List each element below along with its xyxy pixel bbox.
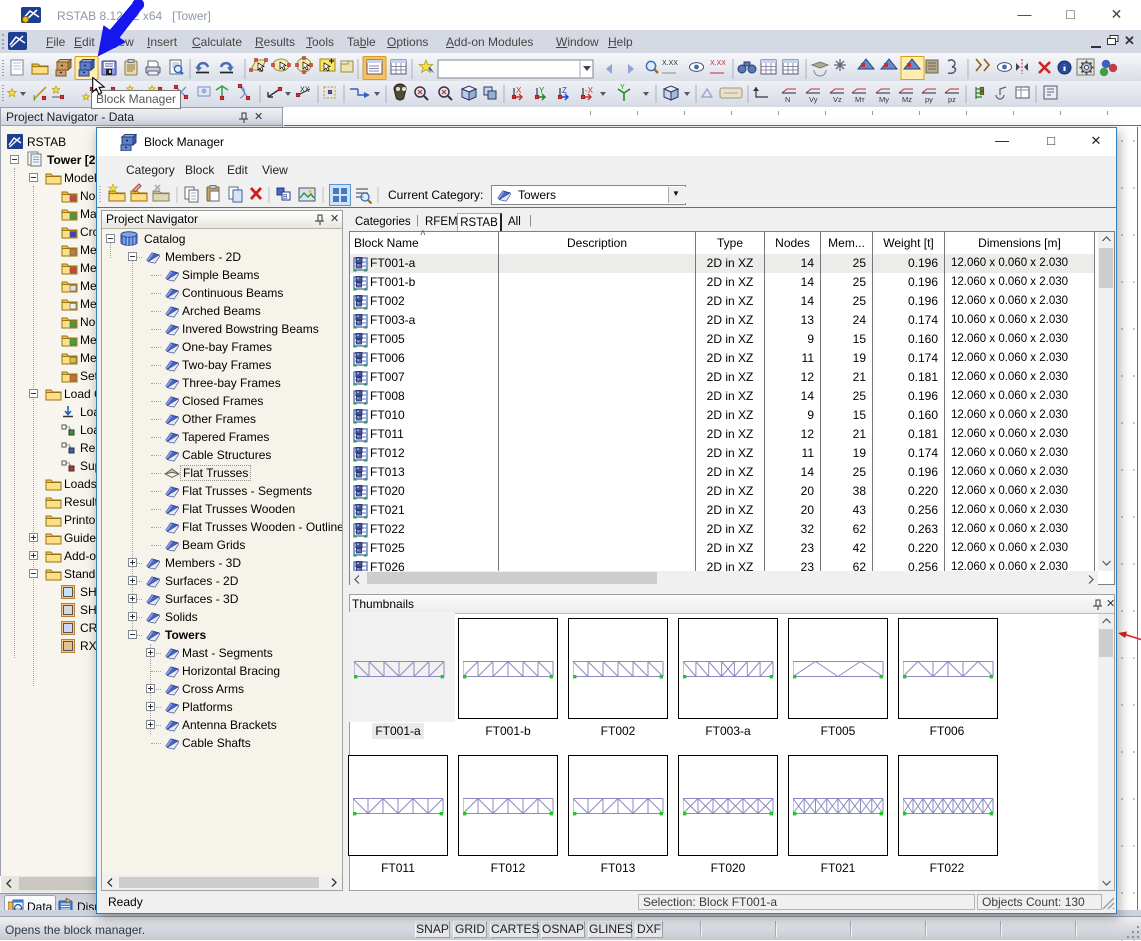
svg-text:I: I — [33, 94, 35, 103]
svg-text:py: py — [925, 95, 933, 104]
svg-text:X.XX: X.XX — [662, 60, 678, 67]
svg-text:pz: pz — [948, 95, 956, 104]
svg-text:Z: Z — [562, 86, 567, 95]
svg-text:Y: Y — [620, 84, 625, 91]
svg-text:-X: -X — [585, 86, 594, 95]
svg-text:Mᴛ: Mᴛ — [855, 95, 865, 104]
svg-text:N: N — [785, 95, 790, 104]
svg-text:Y: Y — [539, 86, 545, 95]
svg-text:X.XX: X.XX — [710, 60, 726, 67]
svg-text:Mz: Mz — [902, 95, 912, 104]
svg-text:X: X — [516, 86, 522, 95]
svg-text:My: My — [879, 95, 889, 104]
svg-text:B: B — [283, 194, 288, 201]
svg-text:Vy: Vy — [809, 95, 818, 104]
svg-text:Vz: Vz — [833, 95, 842, 104]
